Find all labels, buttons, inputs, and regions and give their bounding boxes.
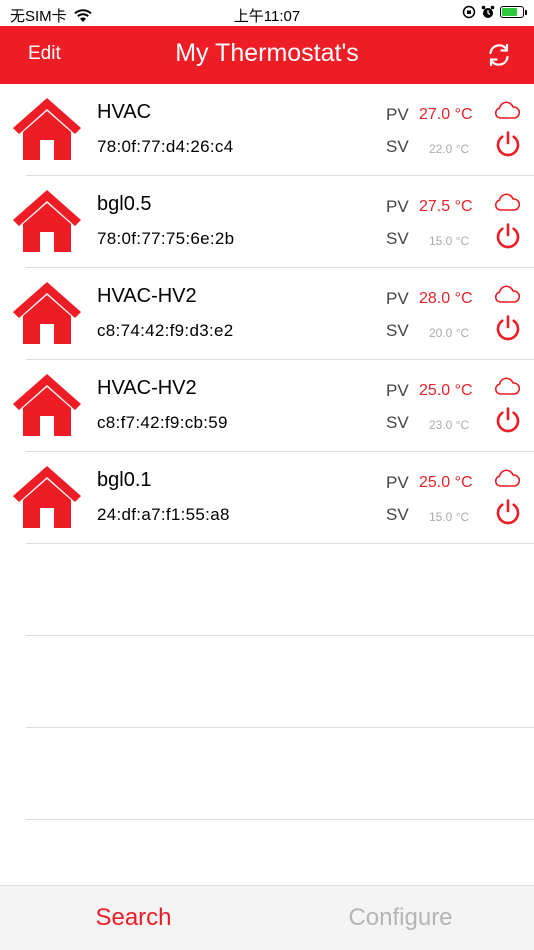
pv-value: 25.0 °C xyxy=(419,474,473,491)
device-mac: 78:0f:77:75:6e:2b xyxy=(97,229,235,248)
pv-value: 25.0 °C xyxy=(419,382,473,399)
status-bar: 无SIM卡 上午11:07 xyxy=(0,0,534,26)
device-list: HVAC 78:0f:77:d4:26:c4 PV 27.0 °C SV 22.… xyxy=(0,84,534,820)
device-name: HVAC-HV2 xyxy=(97,377,197,399)
cloud-icon[interactable] xyxy=(493,99,521,121)
power-icon[interactable] xyxy=(494,314,522,342)
nav-bar: Edit My Thermostat's xyxy=(0,26,534,84)
sv-label: SV xyxy=(386,321,409,340)
house-icon xyxy=(13,466,81,528)
cloud-icon[interactable] xyxy=(493,467,521,489)
battery-icon xyxy=(500,6,527,18)
house-icon xyxy=(13,282,81,344)
tab-search[interactable]: Search xyxy=(0,886,267,950)
refresh-icon[interactable] xyxy=(486,42,512,68)
device-mac: c8:f7:42:f9:cb:59 xyxy=(97,413,228,432)
tab-bar: Search Configure xyxy=(0,885,534,950)
status-time: 上午11:07 xyxy=(233,8,301,25)
device-row[interactable]: bgl0.1 24:df:a7:f1:55:a8 PV 25.0 °C SV 1… xyxy=(13,452,534,544)
pv-value: 27.0 °C xyxy=(419,106,473,123)
house-icon xyxy=(13,374,81,436)
device-row[interactable]: HVAC 78:0f:77:d4:26:c4 PV 27.0 °C SV 22.… xyxy=(13,84,534,176)
sv-value: 15.0 °C xyxy=(429,234,470,248)
page-title: My Thermostat's xyxy=(175,39,359,67)
power-icon[interactable] xyxy=(494,222,522,250)
device-name: bgl0.5 xyxy=(97,193,152,215)
device-name: HVAC-HV2 xyxy=(97,285,197,307)
cloud-icon[interactable] xyxy=(493,191,521,213)
sv-label: SV xyxy=(386,229,409,248)
alarm-icon xyxy=(481,5,495,18)
sv-value: 20.0 °C xyxy=(429,326,470,340)
empty-row xyxy=(26,544,534,636)
device-row[interactable]: HVAC-HV2 c8:74:42:f9:d3:e2 PV 28.0 °C SV… xyxy=(13,268,534,360)
sv-value: 23.0 °C xyxy=(429,418,470,432)
device-name: HVAC xyxy=(97,101,152,123)
battery-fill xyxy=(502,8,517,16)
orientation-lock-icon xyxy=(462,5,476,19)
device-row[interactable]: bgl0.5 78:0f:77:75:6e:2b PV 27.5 °C SV 1… xyxy=(13,176,534,268)
pv-value: 28.0 °C xyxy=(419,290,473,307)
empty-row xyxy=(26,728,534,820)
house-icon xyxy=(13,98,81,160)
tab-configure[interactable]: Configure xyxy=(267,886,534,950)
sv-label: SV xyxy=(386,505,409,524)
power-icon[interactable] xyxy=(494,498,522,526)
cloud-icon[interactable] xyxy=(493,375,521,397)
sv-value: 15.0 °C xyxy=(429,510,470,524)
pv-label: PV xyxy=(386,289,409,308)
house-icon xyxy=(13,190,81,252)
cloud-icon[interactable] xyxy=(493,283,521,305)
sv-label: SV xyxy=(386,413,409,432)
device-mac: 24:df:a7:f1:55:a8 xyxy=(97,505,230,524)
pv-value: 27.5 °C xyxy=(419,198,473,215)
status-right xyxy=(462,5,527,19)
device-name: bgl0.1 xyxy=(97,469,152,491)
sv-value: 22.0 °C xyxy=(429,142,470,156)
pv-label: PV xyxy=(386,381,409,400)
pv-label: PV xyxy=(386,105,409,124)
pv-label: PV xyxy=(386,197,409,216)
power-icon[interactable] xyxy=(494,130,522,158)
device-mac: c8:74:42:f9:d3:e2 xyxy=(97,321,234,340)
empty-row xyxy=(26,636,534,728)
power-icon[interactable] xyxy=(494,406,522,434)
device-row[interactable]: HVAC-HV2 c8:f7:42:f9:cb:59 PV 25.0 °C SV… xyxy=(13,360,534,452)
pv-label: PV xyxy=(386,473,409,492)
sv-label: SV xyxy=(386,137,409,156)
device-mac: 78:0f:77:d4:26:c4 xyxy=(97,137,234,156)
